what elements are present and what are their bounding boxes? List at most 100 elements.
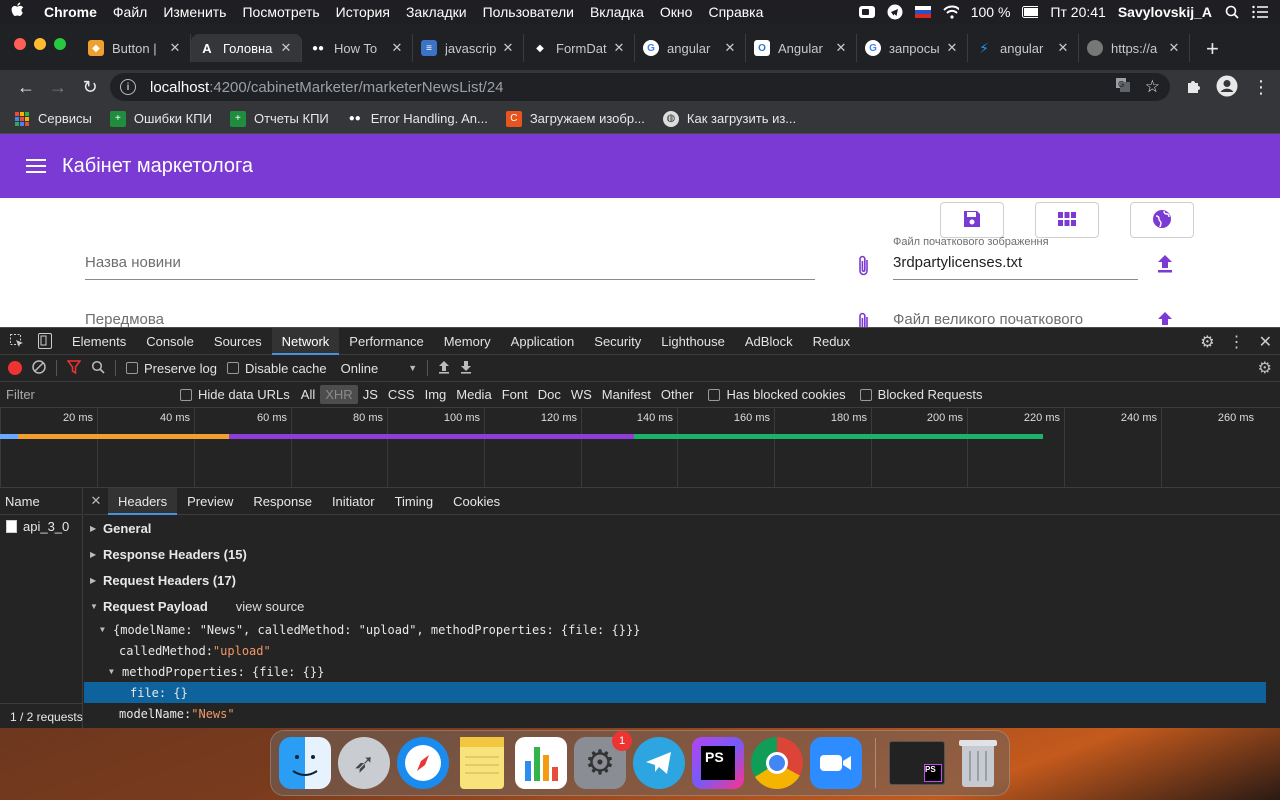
close-tab-icon[interactable]: ✕ bbox=[612, 40, 626, 56]
request-row[interactable]: api_3_0 bbox=[0, 515, 82, 537]
hide-data-urls-checkbox[interactable]: Hide data URLs bbox=[180, 387, 290, 402]
detail-tab-headers[interactable]: Headers bbox=[108, 487, 178, 515]
menu-users[interactable]: Пользователи bbox=[483, 4, 574, 20]
menubar-clock[interactable]: Пт 20:41 bbox=[1050, 4, 1105, 20]
menu-help[interactable]: Справка bbox=[708, 4, 763, 20]
notification-center-icon[interactable] bbox=[1252, 4, 1268, 20]
filter-type-ws[interactable]: WS bbox=[566, 385, 597, 404]
close-tab-icon[interactable]: ✕ bbox=[945, 40, 959, 56]
payload-method-properties[interactable]: ▼ methodProperties: {file: {}} bbox=[84, 661, 1280, 682]
import-har-icon[interactable] bbox=[438, 360, 450, 377]
close-tab-icon[interactable]: ✕ bbox=[834, 40, 848, 56]
payload-called-method[interactable]: calledMethod: "upload" bbox=[84, 640, 1280, 661]
tab-stackoverflow[interactable]: ≡ javascrip ✕ bbox=[413, 34, 524, 62]
tab-google-requests[interactable]: Gзапросы ✕ bbox=[857, 34, 968, 62]
minimize-window-button[interactable] bbox=[34, 38, 46, 50]
system-preferences-gear-icon[interactable]: ⚙ 1 bbox=[574, 731, 632, 789]
menu-app-name[interactable]: Chrome bbox=[44, 4, 97, 20]
russian-flag-icon[interactable] bbox=[914, 4, 931, 20]
close-detail-icon[interactable]: ✕ bbox=[84, 493, 108, 509]
attach-paperclip-icon[interactable] bbox=[856, 254, 872, 281]
disable-cache-checkbox[interactable]: Disable cache bbox=[226, 361, 327, 376]
devtools-tab-adblock[interactable]: AdBlock bbox=[735, 328, 803, 355]
site-info-icon[interactable]: i bbox=[120, 79, 136, 95]
zoom-window-button[interactable] bbox=[54, 38, 66, 50]
menu-file[interactable]: Файл bbox=[113, 4, 147, 20]
devtools-tab-sources[interactable]: Sources bbox=[204, 328, 272, 355]
filter-type-all[interactable]: All bbox=[296, 385, 320, 404]
section-response-headers[interactable]: ▶ Response Headers (15) bbox=[84, 541, 1280, 567]
profile-avatar-icon[interactable] bbox=[1216, 75, 1238, 100]
upload-arrow-icon[interactable] bbox=[1157, 254, 1173, 277]
inspect-element-icon[interactable] bbox=[6, 328, 28, 355]
battery-icon[interactable] bbox=[1022, 4, 1039, 20]
menu-history[interactable]: История bbox=[336, 4, 390, 20]
tab-medium[interactable]: ●● How To ✕ bbox=[302, 34, 413, 62]
close-tab-icon[interactable]: ✕ bbox=[1167, 40, 1181, 56]
checkbox-box[interactable] bbox=[126, 362, 138, 374]
translate-icon[interactable]: G bbox=[1115, 77, 1131, 97]
filter-input[interactable]: Filter bbox=[0, 387, 166, 402]
menubar-user[interactable]: Savylovskij_A bbox=[1118, 4, 1212, 20]
bookmark-upload-images[interactable]: C Загружаем изобр... bbox=[505, 110, 645, 127]
menu-bookmarks[interactable]: Закладки bbox=[406, 4, 467, 20]
bookmark-services[interactable]: Сервисы bbox=[14, 111, 92, 127]
save-button[interactable] bbox=[940, 202, 1004, 238]
telegram-dock-icon[interactable] bbox=[633, 737, 685, 789]
section-general[interactable]: ▶ General bbox=[84, 515, 1280, 541]
bookmark-kpi-reports[interactable]: + Отчеты КПИ bbox=[229, 110, 329, 127]
menu-window[interactable]: Окно bbox=[660, 4, 693, 20]
devtools-more-icon[interactable]: ⋮ bbox=[1229, 332, 1245, 352]
section-request-payload[interactable]: ▼ Request Payload view source bbox=[84, 593, 1280, 619]
apple-icon[interactable] bbox=[10, 2, 26, 23]
devtools-tab-lighthouse[interactable]: Lighthouse bbox=[651, 328, 735, 355]
search-icon[interactable] bbox=[91, 360, 105, 377]
bookmark-how-to-upload[interactable]: ◍ Как загрузить из... bbox=[662, 110, 796, 127]
devtools-tab-performance[interactable]: Performance bbox=[339, 328, 433, 355]
filter-type-xhr[interactable]: XHR bbox=[320, 385, 358, 404]
bookmark-error-handling[interactable]: ●● Error Handling. An... bbox=[347, 111, 488, 127]
close-tab-icon[interactable]: ✕ bbox=[390, 40, 404, 56]
filter-type-js[interactable]: JS bbox=[358, 385, 383, 404]
view-source-link[interactable]: view source bbox=[236, 599, 305, 614]
close-tab-icon[interactable]: ✕ bbox=[723, 40, 737, 56]
phpstorm-dock-icon[interactable]: PS bbox=[692, 737, 744, 789]
devtools-tab-elements[interactable]: Elements bbox=[62, 328, 136, 355]
devtools-tab-console[interactable]: Console bbox=[136, 328, 204, 355]
detail-tab-cookies[interactable]: Cookies bbox=[443, 488, 510, 515]
preserve-log-checkbox[interactable]: Preserve log bbox=[126, 361, 217, 376]
has-blocked-cookies-checkbox[interactable]: Has blocked cookies bbox=[708, 387, 846, 402]
throttling-select[interactable]: Online ▼ bbox=[341, 361, 418, 376]
extensions-puzzle-icon[interactable] bbox=[1186, 78, 1202, 97]
wifi-icon[interactable] bbox=[942, 4, 959, 20]
tab-angular-flash[interactable]: ⚡ angular ✕ bbox=[968, 34, 1079, 62]
intro-field[interactable]: Передмова bbox=[85, 311, 815, 327]
detail-tab-response[interactable]: Response bbox=[243, 488, 322, 515]
settings-gear-icon[interactable]: ⚙ bbox=[1200, 332, 1214, 352]
zoom-video-icon[interactable] bbox=[810, 737, 862, 789]
trash-dock-icon[interactable] bbox=[956, 737, 1000, 789]
news-title-field[interactable]: Назва новини bbox=[85, 254, 815, 280]
tab-formdata[interactable]: ◆ FormDat ✕ bbox=[524, 34, 635, 62]
tab-active-home[interactable]: A Головна ✕ bbox=[191, 34, 302, 62]
close-devtools-icon[interactable]: ✕ bbox=[1259, 332, 1272, 352]
attach-paperclip-icon[interactable] bbox=[856, 311, 872, 327]
filter-type-font[interactable]: Font bbox=[497, 385, 533, 404]
filter-type-img[interactable]: Img bbox=[420, 385, 452, 404]
tab-button[interactable]: ◆ Button | ✕ bbox=[80, 34, 191, 62]
payload-root[interactable]: ▼ {modelName: "News", calledMethod: "uplo… bbox=[84, 619, 1280, 640]
close-tab-icon[interactable]: ✕ bbox=[168, 40, 182, 56]
forward-arrow-icon[interactable]: → bbox=[42, 73, 74, 101]
video-call-icon[interactable] bbox=[858, 4, 875, 20]
bookmark-kpi-errors[interactable]: + Ошибки КПИ bbox=[109, 110, 212, 127]
devtools-tab-network[interactable]: Network bbox=[271, 327, 340, 355]
back-arrow-icon[interactable]: ← bbox=[10, 73, 42, 101]
numbers-chart-icon[interactable] bbox=[515, 737, 567, 789]
record-icon[interactable] bbox=[8, 361, 22, 375]
upload-arrow-icon[interactable] bbox=[1157, 311, 1173, 327]
filter-type-media[interactable]: Media bbox=[451, 385, 496, 404]
section-request-headers[interactable]: ▶ Request Headers (17) bbox=[84, 567, 1280, 593]
minimized-window-thumbnail[interactable]: PS bbox=[889, 741, 945, 785]
payload-model-name[interactable]: modelName: "News" bbox=[84, 703, 1280, 724]
filter-type-other[interactable]: Other bbox=[656, 385, 699, 404]
